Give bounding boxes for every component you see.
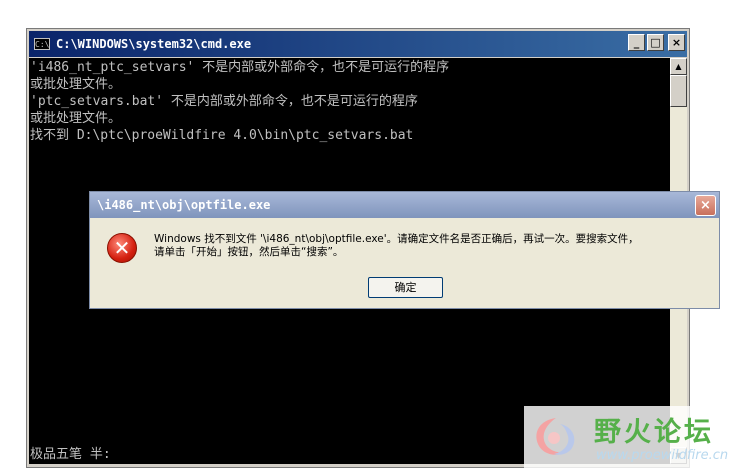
- error-icon: ✕: [107, 233, 137, 263]
- console-line: 或批处理文件。: [30, 77, 122, 92]
- minimize-button[interactable]: _: [628, 34, 645, 51]
- dialog-title: \i486_nt\obj\optfile.exe: [97, 198, 271, 212]
- dialog-titlebar[interactable]: \i486_nt\obj\optfile.exe ×: [90, 192, 719, 218]
- console-line: 'i486_nt_ptc_setvars' 不是内部或外部命令，也不是可运行的程…: [30, 60, 450, 75]
- ok-button[interactable]: 确定: [368, 277, 443, 298]
- console-line: 'ptc_setvars.bat' 不是内部或外部命令，也不是可运行的程序: [30, 94, 418, 109]
- maximize-button[interactable]: □: [647, 34, 664, 51]
- cmd-window-title: C:\WINDOWS\system32\cmd.exe: [56, 37, 252, 51]
- close-button[interactable]: ×: [668, 34, 685, 51]
- watermark-logo-icon: [536, 418, 575, 455]
- window-controls: _ □ ×: [628, 34, 685, 51]
- console-line: 或批处理文件。: [30, 111, 122, 126]
- watermark-text: 野火论坛: [594, 417, 714, 448]
- watermark-url: www.proewildfire.cn: [596, 448, 729, 463]
- dialog-message: Windows 找不到文件 '\i486_nt\obj\optfile.exe'…: [154, 233, 714, 259]
- ime-status-bar: 极品五笔 半:: [30, 447, 111, 462]
- watermark: 野火论坛 www.proewildfire.cn: [524, 406, 735, 469]
- dialog-message-line: Windows 找不到文件 '\i486_nt\obj\optfile.exe'…: [154, 233, 639, 245]
- console-line: 找不到 D:\ptc\proeWildfire 4.0\bin\ptc_setv…: [30, 128, 414, 143]
- scroll-up-button[interactable]: ▲: [670, 58, 687, 75]
- cmd-app-icon[interactable]: C:\: [34, 38, 50, 50]
- error-icon-glyph: ✕: [113, 236, 131, 260]
- error-dialog: \i486_nt\obj\optfile.exe × ✕ Windows 找不到…: [89, 191, 720, 309]
- cmd-titlebar[interactable]: C:\ C:\WINDOWS\system32\cmd.exe _ □ ×: [29, 31, 687, 57]
- dialog-message-line: 请单击「开始」按钮，然后单击“搜索”。: [154, 246, 344, 258]
- dialog-close-button[interactable]: ×: [695, 195, 716, 216]
- scroll-thumb[interactable]: [670, 75, 687, 107]
